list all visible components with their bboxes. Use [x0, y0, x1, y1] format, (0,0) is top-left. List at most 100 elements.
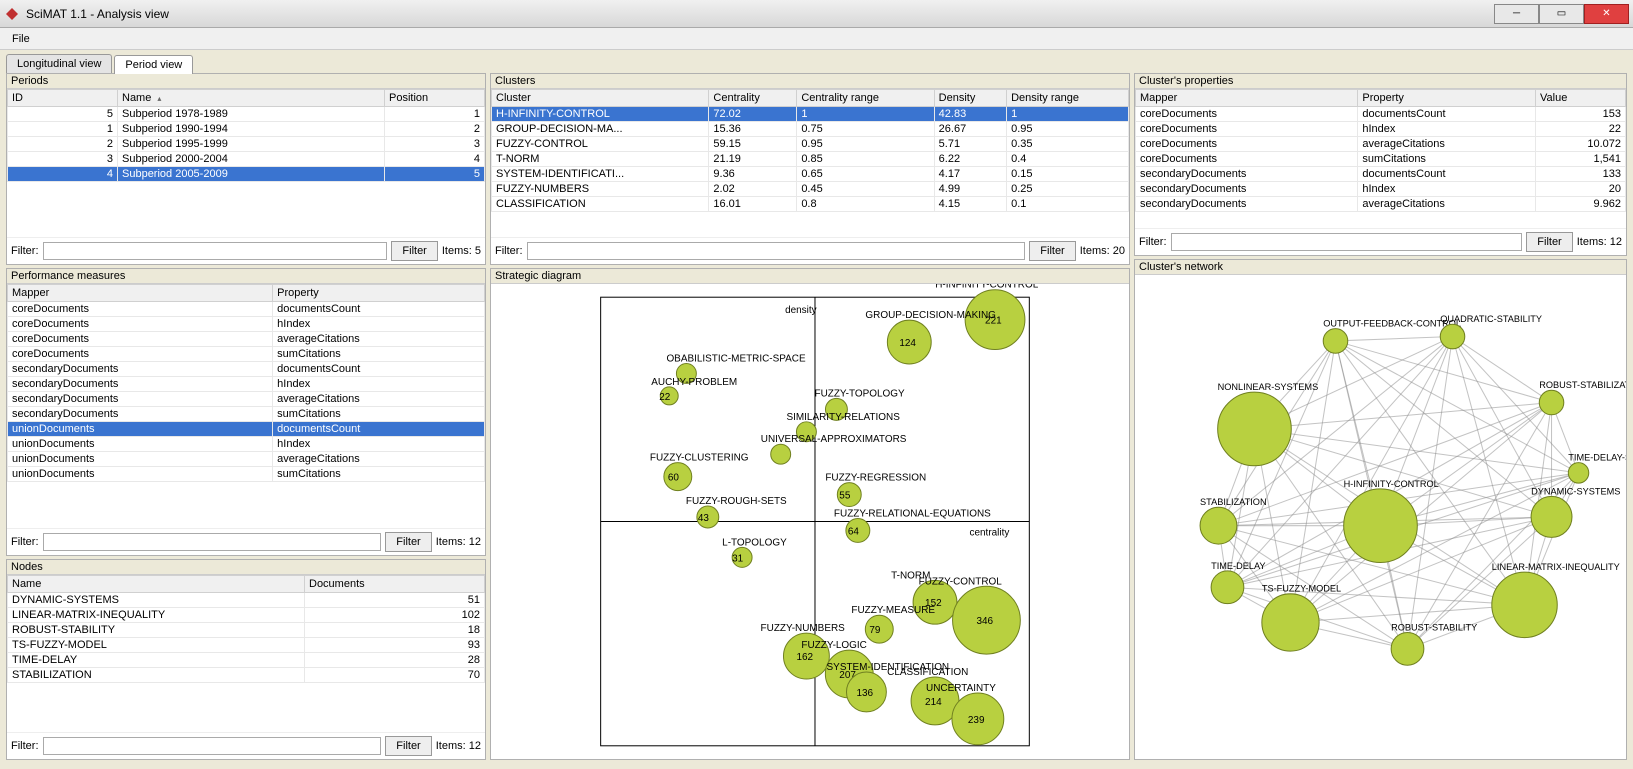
nodes-filter-button[interactable]: Filter	[385, 736, 431, 756]
table-row[interactable]: DYNAMIC-SYSTEMS51	[8, 593, 485, 608]
network-panel: Cluster's network H-INFINITY-CONTROLNONL…	[1134, 259, 1627, 760]
svg-text:214: 214	[925, 697, 942, 708]
clusterprops-col-value[interactable]: Value	[1536, 90, 1626, 107]
table-row[interactable]: secondaryDocumentsaverageCitations	[8, 392, 485, 407]
perf-filter-input[interactable]	[43, 533, 382, 551]
periods-col-position[interactable]: Position	[385, 90, 485, 107]
nodes-col-documents[interactable]: Documents	[305, 576, 485, 593]
clusterprops-filter-input[interactable]	[1171, 233, 1523, 251]
svg-text:FUZZY-REGRESSION: FUZZY-REGRESSION	[825, 473, 926, 484]
tab-period[interactable]: Period view	[114, 55, 193, 74]
table-row[interactable]: FUZZY-CONTROL59.150.955.710.35	[492, 137, 1129, 152]
svg-text:SIMILARITY-RELATIONS: SIMILARITY-RELATIONS	[786, 412, 900, 423]
table-row[interactable]: secondaryDocumentsdocumentsCount133	[1136, 167, 1626, 182]
close-button[interactable]: ✕	[1584, 4, 1629, 24]
table-row[interactable]: coreDocumentsaverageCitations	[8, 332, 485, 347]
table-row[interactable]: secondaryDocumentshIndex20	[1136, 182, 1626, 197]
svg-text:H-INFINITY-CONTROL: H-INFINITY-CONTROL	[935, 284, 1038, 291]
table-row[interactable]: coreDocumentsdocumentsCount	[8, 302, 485, 317]
perf-col-property[interactable]: Property	[273, 285, 485, 302]
table-row[interactable]: secondaryDocumentsaverageCitations9.962	[1136, 197, 1626, 212]
table-row[interactable]: unionDocumentsaverageCitations	[8, 452, 485, 467]
nodes-title: Nodes	[7, 560, 485, 575]
svg-text:DYNAMIC-SYSTEMS: DYNAMIC-SYSTEMS	[1531, 487, 1620, 497]
periods-table[interactable]: ID Name Position 5Subperiod 1978-198911S…	[7, 89, 485, 182]
periods-col-id[interactable]: ID	[8, 90, 118, 107]
table-row[interactable]: unionDocumentsdocumentsCount	[8, 422, 485, 437]
svg-text:43: 43	[698, 513, 710, 524]
perf-col-mapper[interactable]: Mapper	[8, 285, 273, 302]
table-row[interactable]: coreDocumentshIndex22	[1136, 122, 1626, 137]
table-row[interactable]: SYSTEM-IDENTIFICATI...9.360.654.170.15	[492, 167, 1129, 182]
clusters-table[interactable]: Cluster Centrality Centrality range Dens…	[491, 89, 1129, 212]
table-row[interactable]: secondaryDocumentssumCitations	[8, 407, 485, 422]
nodes-col-name[interactable]: Name	[8, 576, 305, 593]
clusters-filter-input[interactable]	[527, 242, 1026, 260]
nodes-table[interactable]: Name Documents DYNAMIC-SYSTEMS51LINEAR-M…	[7, 575, 485, 683]
svg-text:NONLINEAR-SYSTEMS: NONLINEAR-SYSTEMS	[1218, 382, 1319, 392]
clusterprops-col-property[interactable]: Property	[1358, 90, 1536, 107]
maximize-button[interactable]: ▭	[1539, 4, 1584, 24]
svg-text:ROBUST-STABILITY: ROBUST-STABILITY	[1391, 623, 1477, 633]
clusters-filter-button[interactable]: Filter	[1029, 241, 1075, 261]
perf-table[interactable]: Mapper Property coreDocumentsdocumentsCo…	[7, 284, 485, 482]
table-row[interactable]: secondaryDocumentsdocumentsCount	[8, 362, 485, 377]
table-row[interactable]: FUZZY-NUMBERS2.020.454.990.25	[492, 182, 1129, 197]
svg-text:124: 124	[899, 338, 916, 349]
svg-text:QUADRATIC-STABILITY: QUADRATIC-STABILITY	[1440, 314, 1542, 324]
table-row[interactable]: 4Subperiod 2005-20095	[8, 167, 485, 182]
periods-col-name[interactable]: Name	[118, 90, 385, 107]
table-row[interactable]: LINEAR-MATRIX-INEQUALITY102	[8, 608, 485, 623]
table-row[interactable]: coreDocumentshIndex	[8, 317, 485, 332]
table-row[interactable]: TIME-DELAY28	[8, 653, 485, 668]
svg-text:TIME-DELAY-SYSTEMS: TIME-DELAY-SYSTEMS	[1568, 453, 1626, 463]
svg-text:CLASSIFICATION: CLASSIFICATION	[887, 667, 968, 678]
svg-text:FUZZY-NUMBERS: FUZZY-NUMBERS	[761, 623, 846, 634]
table-row[interactable]: TS-FUZZY-MODEL93	[8, 638, 485, 653]
svg-text:31: 31	[732, 553, 744, 564]
svg-text:AUCHY-PROBLEM: AUCHY-PROBLEM	[651, 377, 737, 388]
table-row[interactable]: coreDocumentsdocumentsCount153	[1136, 107, 1626, 122]
table-row[interactable]: coreDocumentssumCitations	[8, 347, 485, 362]
table-row[interactable]: secondaryDocumentshIndex	[8, 377, 485, 392]
svg-text:density: density	[785, 305, 817, 316]
strategic-diagram[interactable]: densitycentralityH-INFINITY-CONTROL221GR…	[491, 284, 1129, 759]
clusters-col-cluster[interactable]: Cluster	[492, 90, 709, 107]
perf-filter-button[interactable]: Filter	[385, 532, 431, 552]
nodes-filter-input[interactable]	[43, 737, 382, 755]
cluster-network[interactable]: H-INFINITY-CONTROLNONLINEAR-SYSTEMSLINEA…	[1135, 275, 1626, 759]
periods-filter-button[interactable]: Filter	[391, 241, 437, 261]
table-row[interactable]: 2Subperiod 1995-19993	[8, 137, 485, 152]
clusters-col-drange[interactable]: Density range	[1007, 90, 1129, 107]
table-row[interactable]: GROUP-DECISION-MA...15.360.7526.670.95	[492, 122, 1129, 137]
clusters-col-centrality[interactable]: Centrality	[709, 90, 797, 107]
table-row[interactable]: ROBUST-STABILITY18	[8, 623, 485, 638]
periods-filter-input[interactable]	[43, 242, 388, 260]
table-row[interactable]: STABILIZATION70	[8, 668, 485, 683]
clusterprops-title: Cluster's properties	[1135, 74, 1626, 89]
table-row[interactable]: H-INFINITY-CONTROL72.02142.831	[492, 107, 1129, 122]
clusters-col-density[interactable]: Density	[934, 90, 1006, 107]
table-row[interactable]: 3Subperiod 2000-20044	[8, 152, 485, 167]
table-row[interactable]: coreDocumentsaverageCitations10.072	[1136, 137, 1626, 152]
tab-longitudinal[interactable]: Longitudinal view	[6, 54, 112, 73]
svg-text:UNIVERSAL-APPROXIMATORS: UNIVERSAL-APPROXIMATORS	[761, 434, 907, 445]
table-row[interactable]: 1Subperiod 1990-19942	[8, 122, 485, 137]
svg-text:FUZZY-LOGIC: FUZZY-LOGIC	[801, 640, 866, 651]
clusters-col-crange[interactable]: Centrality range	[797, 90, 934, 107]
clusterprops-table[interactable]: Mapper Property Value coreDocumentsdocum…	[1135, 89, 1626, 212]
clusterprops-col-mapper[interactable]: Mapper	[1136, 90, 1358, 107]
table-row[interactable]: CLASSIFICATION16.010.84.150.1	[492, 197, 1129, 212]
table-row[interactable]: unionDocumentshIndex	[8, 437, 485, 452]
menubar: File	[0, 28, 1633, 50]
svg-text:UNCERTAINTY: UNCERTAINTY	[926, 683, 996, 694]
table-row[interactable]: unionDocumentssumCitations	[8, 467, 485, 482]
table-row[interactable]: T-NORM21.190.856.220.4	[492, 152, 1129, 167]
strategic-panel: Strategic diagram densitycentralityH-INF…	[490, 268, 1130, 760]
table-row[interactable]: coreDocumentssumCitations1,541	[1136, 152, 1626, 167]
table-row[interactable]: 5Subperiod 1978-19891	[8, 107, 485, 122]
menu-file[interactable]: File	[6, 31, 36, 47]
svg-text:GROUP-DECISION-MAKING: GROUP-DECISION-MAKING	[865, 310, 996, 321]
clusterprops-filter-button[interactable]: Filter	[1526, 232, 1572, 252]
minimize-button[interactable]: ─	[1494, 4, 1539, 24]
